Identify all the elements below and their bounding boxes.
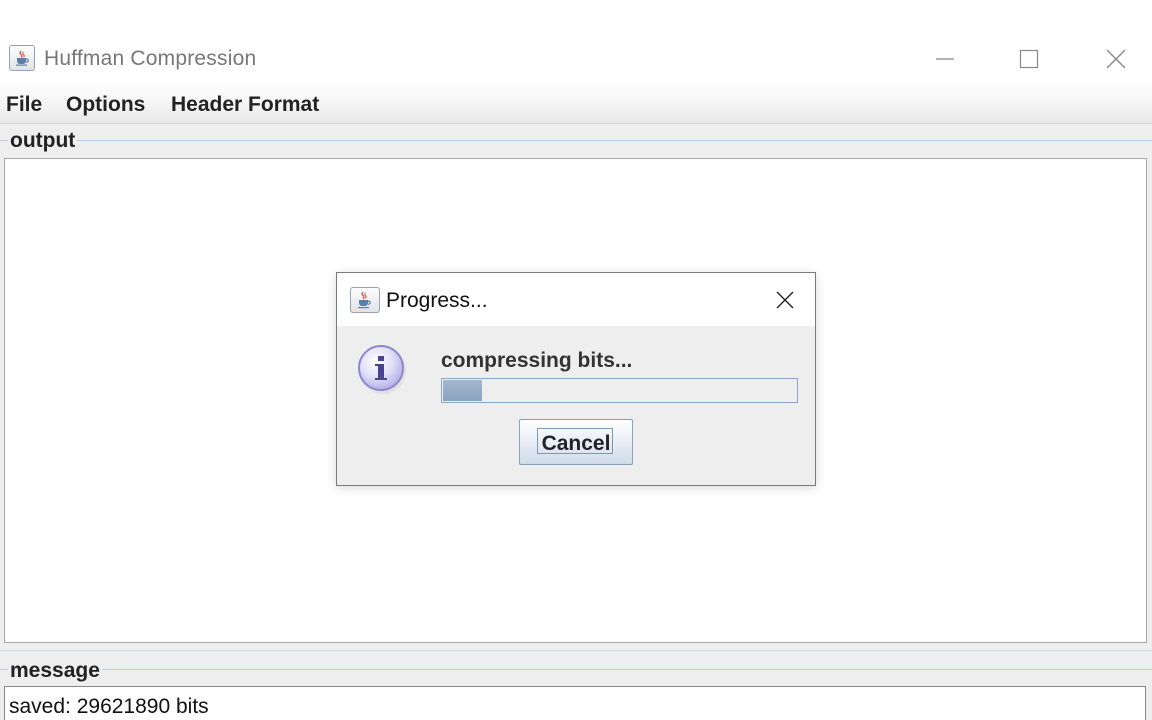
window-title: Huffman Compression (44, 47, 257, 70)
dialog-close-button[interactable] (769, 285, 801, 315)
menu-options[interactable]: Options (66, 93, 145, 117)
window-titlebar[interactable]: Huffman Compression (0, 36, 1152, 82)
close-icon (1106, 49, 1126, 69)
java-cup-icon (9, 45, 35, 71)
message-group-label: message (8, 659, 102, 683)
progress-dialog: Progress... compressing bits... Cancel (336, 272, 816, 486)
message-text: saved: 29621890 bits (9, 695, 209, 718)
menu-bar: File Options Header Format (0, 82, 1152, 124)
close-button[interactable] (1093, 36, 1139, 82)
cancel-button-label: Cancel (541, 432, 611, 455)
dialog-titlebar[interactable]: Progress... (337, 273, 815, 326)
progress-bar-fill (443, 380, 482, 401)
progress-bar (441, 378, 798, 403)
minimize-button[interactable] (922, 36, 968, 82)
menu-header-format[interactable]: Header Format (171, 93, 319, 117)
java-cup-icon (350, 287, 380, 313)
dialog-title: Progress... (386, 289, 488, 312)
maximize-button[interactable] (1006, 36, 1052, 82)
output-group-border (0, 140, 1152, 141)
menu-file[interactable]: File (6, 93, 42, 117)
maximize-icon (1019, 49, 1039, 69)
cancel-button[interactable]: Cancel (519, 419, 633, 465)
message-group-border (0, 669, 1152, 670)
panel-divider (0, 650, 1152, 651)
info-icon (358, 345, 406, 394)
minimize-icon (936, 58, 954, 60)
close-icon (776, 291, 794, 309)
message-field[interactable]: saved: 29621890 bits (4, 686, 1146, 720)
progress-message: compressing bits... (441, 349, 633, 372)
output-group-label: output (8, 129, 78, 153)
